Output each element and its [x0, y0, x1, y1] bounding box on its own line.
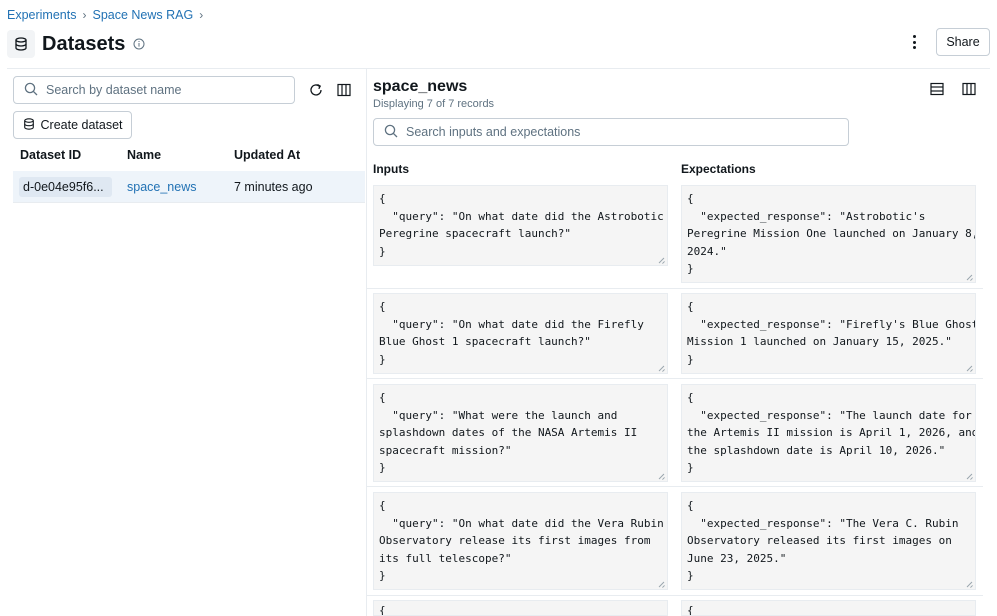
expectation-json: { "expected_response": "The Vera C. Rubi… [687, 499, 959, 583]
input-cell[interactable]: { "query": "On what date did the Vera Ru… [373, 492, 668, 590]
resize-handle-icon[interactable] [966, 580, 974, 588]
input-cell[interactable]: { "query": "On what date did the Firefly… [373, 293, 668, 374]
expectation-cell[interactable]: { "expected_response": "The Vera C. Rubi… [681, 492, 976, 590]
more-options-icon[interactable] [906, 32, 922, 52]
expectation-cell[interactable]: { "expected_response": "Astrobotic's Per… [681, 185, 976, 283]
resize-handle-icon[interactable] [658, 580, 666, 588]
input-cell[interactable]: { "query": "On what date did the Astrobo… [373, 185, 668, 266]
refresh-icon[interactable] [306, 80, 326, 100]
dataset-id-chip[interactable]: d-0e04e95f6... [19, 177, 112, 197]
breadcrumb-separator: › [82, 8, 87, 22]
columns-icon[interactable] [334, 80, 354, 100]
dataset-name-link[interactable]: space_news [127, 180, 197, 194]
input-json: { [379, 604, 386, 616]
expectation-json: { "expected_response": "The launch date … [687, 391, 975, 475]
dataset-search-field[interactable] [13, 76, 295, 104]
column-header-dataset-id[interactable]: Dataset ID [20, 148, 81, 162]
input-json: { "query": "What were the launch and spl… [379, 391, 638, 475]
expectation-json: { "expected_response": "Firefly's Blue G… [687, 300, 976, 366]
page-header: Datasets [7, 30, 145, 58]
table-row[interactable]: d-0e04e95f6... space_news 7 minutes ago [13, 171, 365, 203]
row-layout-icon[interactable] [928, 80, 946, 98]
input-cell[interactable]: { [373, 600, 668, 616]
resize-handle-icon[interactable] [966, 364, 974, 372]
breadcrumb-separator: › [199, 8, 204, 22]
column-header-name[interactable]: Name [127, 148, 161, 162]
table-header: Dataset ID Name Updated At [13, 148, 365, 166]
create-dataset-button[interactable]: Create dataset [13, 111, 132, 139]
dataset-title: space_news [373, 78, 468, 95]
columns-icon[interactable] [960, 80, 978, 98]
header-divider [7, 68, 990, 69]
share-button[interactable]: Share [936, 28, 990, 56]
breadcrumb: Experiments › Space News RAG › [7, 8, 203, 22]
expectation-cell[interactable]: { "expected_response": "The launch date … [681, 384, 976, 482]
info-icon[interactable] [133, 38, 145, 50]
database-icon [7, 30, 35, 58]
resize-handle-icon[interactable] [966, 472, 974, 480]
database-icon [23, 117, 35, 133]
create-dataset-label: Create dataset [40, 118, 123, 132]
records-search-field[interactable] [373, 118, 849, 146]
page-title: Datasets [42, 32, 126, 55]
records-search-input[interactable] [406, 125, 836, 139]
breadcrumb-experiments-link[interactable]: Experiments [7, 8, 76, 22]
column-header-updated-at[interactable]: Updated At [234, 148, 300, 162]
resize-handle-icon[interactable] [966, 273, 974, 281]
column-header-inputs: Inputs [373, 162, 409, 176]
expectation-cell[interactable]: { [681, 600, 976, 616]
input-json: { "query": "On what date did the Astrobo… [379, 192, 664, 258]
resize-handle-icon[interactable] [658, 364, 666, 372]
search-icon [24, 82, 38, 99]
input-json: { "query": "On what date did the Vera Ru… [379, 499, 664, 583]
resize-handle-icon[interactable] [658, 256, 666, 264]
dataset-search-input[interactable] [46, 83, 276, 97]
input-cell[interactable]: { "query": "What were the launch and spl… [373, 384, 668, 482]
column-header-expectations: Expectations [681, 162, 756, 176]
updated-at-value: 7 minutes ago [234, 180, 313, 194]
input-json: { "query": "On what date did the Firefly… [379, 300, 644, 366]
resize-handle-icon[interactable] [658, 472, 666, 480]
expectation-cell[interactable]: { "expected_response": "Firefly's Blue G… [681, 293, 976, 374]
breadcrumb-space-news-rag-link[interactable]: Space News RAG [92, 8, 193, 22]
expectation-json: { "expected_response": "Astrobotic's Per… [687, 192, 975, 276]
record-count: Displaying 7 of 7 records [373, 98, 495, 110]
search-icon [384, 124, 398, 141]
expectation-json: { [687, 604, 694, 616]
